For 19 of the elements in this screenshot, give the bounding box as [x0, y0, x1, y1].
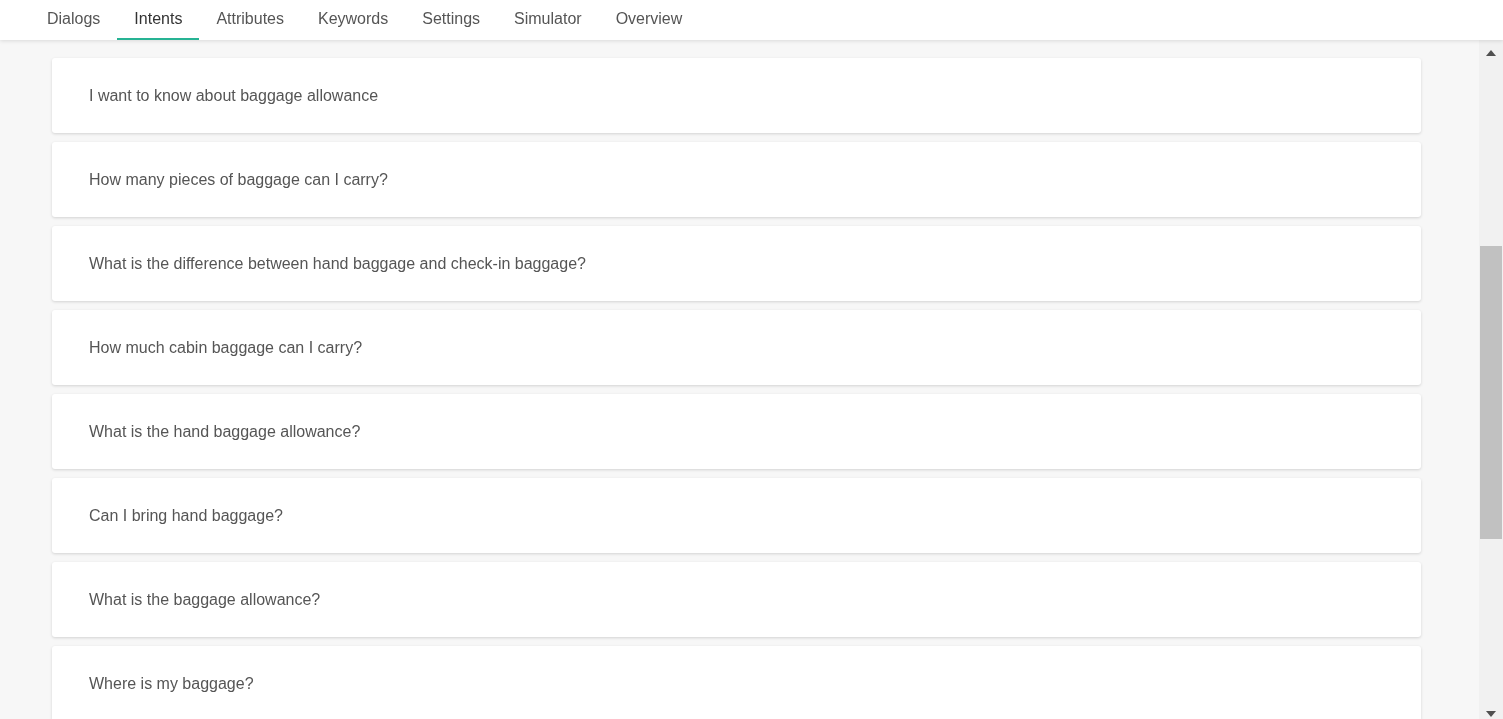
- intent-card[interactable]: How many pieces of baggage can I carry?: [52, 142, 1421, 217]
- tab[interactable]: Attributes: [199, 0, 301, 40]
- scroll-up-icon[interactable]: [1486, 50, 1496, 56]
- intent-card[interactable]: What is the hand baggage allowance?: [52, 394, 1421, 469]
- scroll-down-icon[interactable]: [1486, 711, 1496, 717]
- scrollbar-thumb[interactable]: [1480, 246, 1502, 539]
- intent-card[interactable]: How much cabin baggage can I carry?: [52, 310, 1421, 385]
- intent-card[interactable]: I want to know about baggage allowance: [52, 58, 1421, 133]
- tab[interactable]: Settings: [405, 0, 498, 40]
- intent-card[interactable]: Where is my baggage?: [52, 646, 1421, 719]
- tab[interactable]: Keywords: [301, 0, 406, 40]
- tab[interactable]: Dialogs: [30, 0, 118, 40]
- intent-card[interactable]: Can I bring hand baggage?: [52, 478, 1421, 553]
- intent-card[interactable]: What is the baggage allowance?: [52, 562, 1421, 637]
- tab[interactable]: Intents: [117, 0, 200, 40]
- scrollbar[interactable]: [1479, 40, 1503, 719]
- tab[interactable]: Simulator: [497, 0, 599, 40]
- tab[interactable]: Overview: [598, 0, 700, 40]
- intent-card[interactable]: What is the difference between hand baggage and check-in baggage?: [52, 226, 1421, 301]
